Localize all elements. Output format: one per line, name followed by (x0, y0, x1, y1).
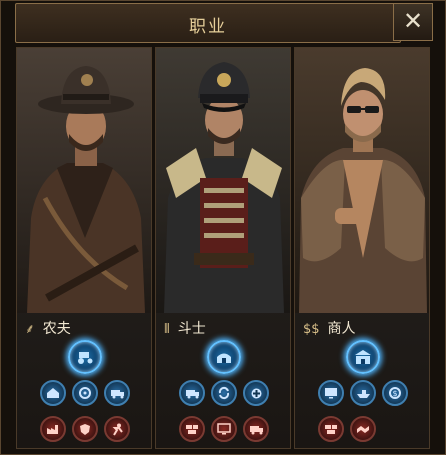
profession-label: 农夫 (42, 321, 71, 337)
farmer-portrait (17, 48, 151, 313)
profession-card-merchant[interactable]: $$ 商人 $ (294, 47, 430, 449)
profession-name: $$ 商人 (303, 318, 356, 338)
skill-handshake-icon[interactable] (350, 416, 376, 442)
skill-screen-icon[interactable] (318, 380, 344, 406)
skill-runner-icon[interactable] (104, 416, 130, 442)
money-icon: $$ (303, 322, 320, 337)
profession-dialog: 职业 ✕ ⸙ 农夫 ⦀ 斗士 $$ 商人 $ (0, 0, 446, 455)
skill-coin-plus-icon[interactable]: $ (382, 380, 408, 406)
main-skill-bunker-icon[interactable] (207, 340, 241, 374)
skill-cycle-icon[interactable] (211, 380, 237, 406)
profession-name: ⦀ 斗士 (164, 318, 206, 338)
dialog-title: 职业 (189, 17, 227, 37)
skill-truck-icon[interactable] (179, 380, 205, 406)
title-bar: 职业 (15, 3, 401, 43)
profession-card-fighter[interactable]: ⦀ 斗士 (155, 47, 291, 449)
skill-medic-icon[interactable] (243, 380, 269, 406)
skill-ship-icon[interactable] (350, 380, 376, 406)
main-skill-market-icon[interactable] (346, 340, 380, 374)
profession-label: 斗士 (177, 321, 206, 337)
fighter-portrait (156, 48, 290, 313)
skill-truck-icon[interactable] (243, 416, 269, 442)
profession-name: ⸙ 农夫 (25, 318, 71, 338)
skill-factory-icon[interactable] (40, 416, 66, 442)
skill-shield-icon[interactable] (72, 416, 98, 442)
skill-truck-icon[interactable] (104, 380, 130, 406)
wheat-icon: ⸙ (25, 322, 35, 337)
close-icon: ✕ (402, 7, 424, 35)
skill-bricks-icon[interactable] (318, 416, 344, 442)
skill-monitor-icon[interactable] (211, 416, 237, 442)
skill-wheel-icon[interactable] (72, 380, 98, 406)
skill-barn-icon[interactable] (40, 380, 66, 406)
profession-card-farmer[interactable]: ⸙ 农夫 (16, 47, 152, 449)
svg-text:$: $ (392, 389, 397, 398)
profession-label: 商人 (327, 321, 356, 337)
merchant-portrait (295, 48, 429, 313)
skill-bricks-icon[interactable] (179, 416, 205, 442)
close-button[interactable]: ✕ (393, 3, 433, 41)
main-skill-tractor-icon[interactable] (68, 340, 102, 374)
bullets-icon: ⦀ (164, 322, 170, 337)
